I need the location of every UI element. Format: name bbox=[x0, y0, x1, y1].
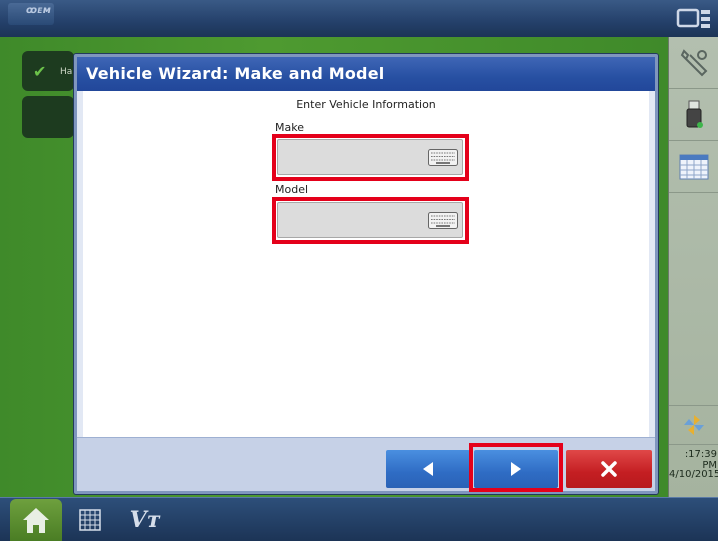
usb-drive-icon bbox=[686, 100, 703, 128]
model-label: Model bbox=[275, 183, 309, 196]
calendar-button[interactable] bbox=[669, 141, 718, 193]
dialog-titlebar: Vehicle Wizard: Make and Model bbox=[77, 57, 655, 91]
section-heading: Enter Vehicle Information bbox=[296, 98, 436, 111]
dialog-footer bbox=[77, 437, 655, 492]
status-pill-secondary[interactable] bbox=[22, 96, 74, 138]
home-button[interactable] bbox=[10, 499, 62, 541]
checkmark-icon: ✔ bbox=[33, 62, 47, 81]
wrench-icon bbox=[680, 48, 708, 76]
back-button[interactable] bbox=[386, 450, 470, 488]
model-field-highlight bbox=[272, 197, 469, 244]
next-button-highlight bbox=[469, 443, 563, 492]
top-bar: ꝏᴇᴍ bbox=[0, 0, 718, 37]
usb-button[interactable] bbox=[669, 89, 718, 141]
grid-icon bbox=[79, 509, 101, 531]
cancel-button[interactable] bbox=[566, 450, 652, 488]
calendar-icon bbox=[679, 154, 709, 179]
make-label: Make bbox=[275, 121, 304, 134]
screens-icon[interactable] bbox=[676, 6, 712, 32]
make-field-highlight bbox=[272, 134, 469, 181]
pinwheel-button[interactable] bbox=[669, 405, 718, 445]
right-toolbar: :17:39 PM 4/10/2015 bbox=[668, 37, 718, 497]
vehicle-wizard-dialog: Vehicle Wizard: Make and Model Enter Veh… bbox=[74, 54, 658, 494]
status-label: Ha bbox=[60, 67, 73, 77]
close-x-icon bbox=[601, 461, 617, 477]
grid-button[interactable] bbox=[72, 504, 108, 536]
virtual-terminal-button[interactable]: Vᴛ bbox=[120, 503, 170, 537]
settings-button[interactable] bbox=[669, 37, 718, 89]
home-icon bbox=[23, 508, 49, 533]
dialog-title: Vehicle Wizard: Make and Model bbox=[86, 64, 385, 83]
pinwheel-icon bbox=[684, 415, 704, 435]
logo-text: ꝏᴇᴍ bbox=[25, 5, 52, 16]
left-triangle-icon bbox=[423, 462, 433, 476]
clock-time: :17:39 PM bbox=[684, 449, 717, 471]
clock-date: 4/10/2015 bbox=[669, 469, 718, 480]
dialog-body: Enter Vehicle Information Make Model bbox=[83, 91, 649, 437]
